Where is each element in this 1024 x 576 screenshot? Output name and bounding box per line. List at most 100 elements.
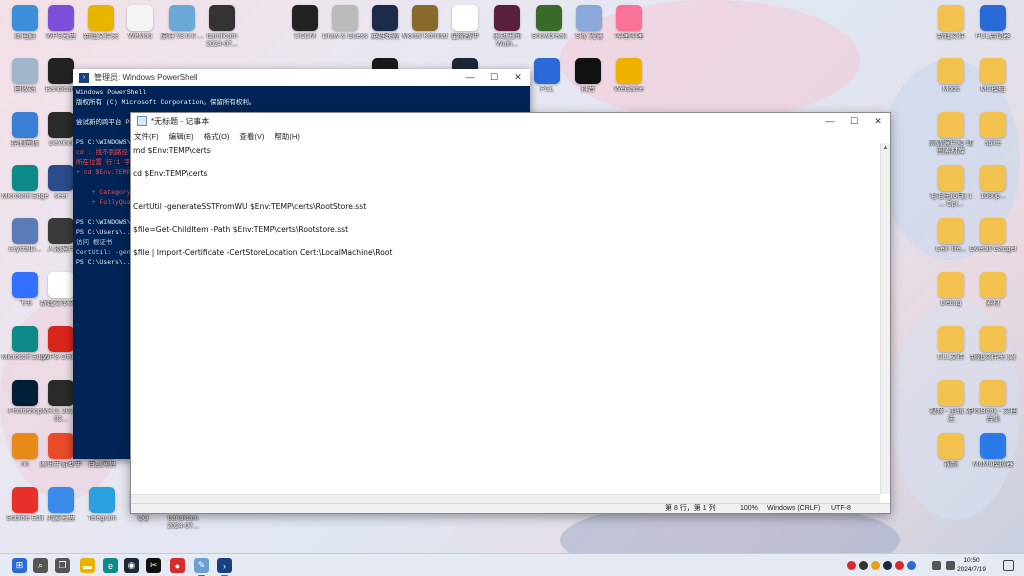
folder-icon xyxy=(938,326,964,352)
menu-help[interactable]: 帮助(H) xyxy=(274,131,299,142)
desktop-icon-label: MuMu模拟器 xyxy=(972,461,1014,468)
desktop-icon[interactable]: PCL启动器 xyxy=(968,5,1018,49)
desktop-icon-label: spice xyxy=(984,140,1002,147)
desktop-icon[interactable]: MC模组 xyxy=(968,58,1018,102)
tray-icon[interactable] xyxy=(871,561,880,570)
windows-start-icon[interactable]: ⊞ xyxy=(12,558,27,573)
search-icon[interactable]: ⌕ xyxy=(33,558,48,573)
menu-format[interactable]: 格式(O) xyxy=(204,131,230,142)
folder-icon xyxy=(980,326,1006,352)
wifi-icon[interactable] xyxy=(932,561,941,570)
menu-edit[interactable]: 编辑(E) xyxy=(169,131,194,142)
powershell-titlebar[interactable]: › 管理员: Windows PowerShell — ☐ ✕ xyxy=(73,69,530,86)
record-icon[interactable]: ● xyxy=(170,558,185,573)
menu-file[interactable]: 文件(F) xyxy=(134,131,159,142)
edge-icon xyxy=(12,326,38,352)
desktop-icon-label: Overall Gadget xyxy=(969,246,1017,253)
desktop-icon[interactable]: PlotBook - 文档合集 xyxy=(968,380,1018,424)
desktop-icon[interactable]: MuMu模拟器 xyxy=(968,433,1018,477)
notepad-titlebar[interactable]: *无标题 - 记事本 — ☐ ✕ xyxy=(131,113,890,129)
powershell-icon: › xyxy=(79,72,89,83)
close-button[interactable]: ✕ xyxy=(506,69,530,86)
desktop-icon-label: 新建文件夹 (2) xyxy=(970,354,1016,361)
scroll-up-icon[interactable]: ▲ xyxy=(881,143,890,153)
desktop-icon[interactable]: 新建文件夹 (2) xyxy=(968,326,1018,370)
notepad-icon xyxy=(137,116,147,126)
tray-icon[interactable] xyxy=(883,561,892,570)
sky-icon xyxy=(576,5,602,31)
text-line: cd $Env:TEMP\certs xyxy=(133,168,208,178)
desktop-icon[interactable]: 1080p... xyxy=(968,165,1018,209)
app-icon xyxy=(12,433,38,459)
folder-icon xyxy=(980,218,1006,244)
tray-icon[interactable] xyxy=(895,561,904,570)
menu-view[interactable]: 查看(V) xyxy=(239,131,264,142)
desktop-icon-label: 百度网盘 xyxy=(88,461,116,468)
wemod-icon xyxy=(127,5,153,31)
app-icon xyxy=(48,433,74,459)
bilibili-icon xyxy=(616,5,642,31)
task-view-icon[interactable]: ❐ xyxy=(55,558,70,573)
computer-icon xyxy=(12,5,38,31)
clock[interactable]: 10:50 2024/7/19 xyxy=(957,556,986,574)
recycle-bin-icon xyxy=(12,58,38,84)
text-file-icon xyxy=(48,272,74,298)
image-icon xyxy=(938,433,964,459)
folder-icon xyxy=(980,112,1006,138)
desktop-icon[interactable]: spice xyxy=(968,112,1018,156)
notification-icon[interactable] xyxy=(1003,560,1014,571)
desktop-icon[interactable]: WeGame xyxy=(604,58,654,102)
folder-icon xyxy=(938,272,964,298)
desktop-icon[interactable]: Overall Gadget xyxy=(968,218,1018,262)
file-explorer-icon[interactable]: ▬ xyxy=(80,558,95,573)
horizontal-scrollbar[interactable] xyxy=(131,494,880,503)
warframe-icon xyxy=(452,5,478,31)
pencil-icon xyxy=(332,5,358,31)
notepad-statusbar: 第 8 行，第 1 列 100% Windows (CRLF) UTF-8 xyxy=(131,503,890,513)
steam-icon[interactable]: ◉ xyxy=(124,558,139,573)
app-icon xyxy=(48,165,74,191)
davinci-icon xyxy=(48,112,74,138)
zoom-level: 100% xyxy=(740,505,758,512)
desktop-icon[interactable]: 素材 xyxy=(968,272,1018,316)
tray-icon[interactable] xyxy=(907,561,916,570)
notepad-window[interactable]: *无标题 - 记事本 — ☐ ✕ 文件(F) 编辑(E) 格式(O) 查看(V)… xyxy=(130,112,891,514)
maximize-button[interactable]: ☐ xyxy=(842,113,866,130)
capcut-icon[interactable]: ✂ xyxy=(146,558,161,573)
pcl-icon xyxy=(534,58,560,84)
minimize-button[interactable]: — xyxy=(818,113,842,130)
text-line: CertUtil -generateSSTFromWU $Env:TEMP\ce… xyxy=(133,202,367,212)
notepad-icon[interactable]: ✎ xyxy=(194,558,209,576)
desktop-icon[interactable]: 哔哩哔哩 xyxy=(604,5,654,49)
close-button[interactable]: ✕ xyxy=(866,113,890,130)
pcl-icon xyxy=(980,5,1006,31)
tray-icon[interactable] xyxy=(859,561,868,570)
text-line xyxy=(133,235,878,246)
tray-icon[interactable] xyxy=(847,561,856,570)
desktop-icon-label: 1080p... xyxy=(980,193,1006,200)
edge-icon[interactable]: e xyxy=(103,558,118,573)
minimize-button[interactable]: — xyxy=(458,69,482,86)
text-line: md $Env:TEMP\certs xyxy=(133,146,211,155)
folder-icon xyxy=(938,112,964,138)
desktop-icon-label: 素材 xyxy=(986,300,1000,307)
desktop-icon-label: PCL启动器 xyxy=(975,33,1011,40)
vertical-scrollbar[interactable]: ▲ xyxy=(880,143,890,494)
text-line: $file | Import-Certificate -CertStoreLoc… xyxy=(133,247,393,257)
volume-icon[interactable] xyxy=(946,561,955,570)
powershell-icon[interactable]: › xyxy=(217,558,232,576)
folder-icon xyxy=(980,58,1006,84)
notepad-text-area[interactable]: md $Env:TEMP\certs cd $Env:TEMP\certs Cert… xyxy=(131,143,880,494)
maximize-button[interactable]: ☐ xyxy=(482,69,506,86)
desktop-icon[interactable]: bandicam 2024-07... xyxy=(197,5,247,49)
photo-icon xyxy=(48,218,74,244)
lark-icon xyxy=(12,272,38,298)
folder-icon xyxy=(938,165,964,191)
mumu-icon xyxy=(980,433,1006,459)
console-line: Windows PowerShell xyxy=(76,89,147,96)
folder-icon xyxy=(980,380,1006,406)
game-icon xyxy=(292,5,318,31)
folder-icon xyxy=(938,5,964,31)
text-line xyxy=(133,213,878,224)
subtitle-edit-icon xyxy=(12,487,38,513)
